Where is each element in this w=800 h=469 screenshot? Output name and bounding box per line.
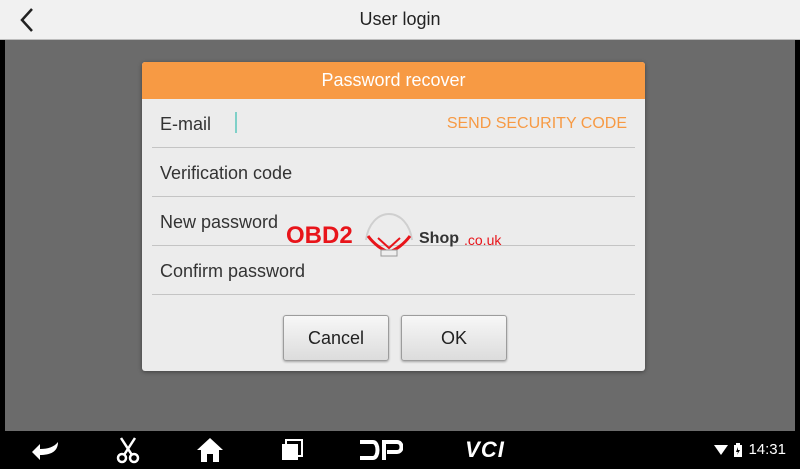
home-icon <box>197 438 223 462</box>
recent-apps-icon <box>282 439 303 460</box>
top-bar: User login <box>0 0 800 40</box>
watermark-logo: OBD2 Shop .co.uk <box>286 208 516 258</box>
watermark-shop: Shop <box>419 230 459 247</box>
new-password-label: New password <box>160 212 279 232</box>
nav-screenshot-button[interactable] <box>108 434 148 466</box>
vci-icon: VCI <box>465 437 505 462</box>
nav-back-button[interactable] <box>26 434 66 466</box>
watermark-brand: OBD2 <box>286 222 353 249</box>
confirm-password-label: Confirm password <box>160 261 306 281</box>
nav-vci-button[interactable]: VCI <box>455 434 515 466</box>
email-row: E-mail SEND SECURITY CODE <box>152 99 635 148</box>
status-area: 14:31 <box>714 441 786 458</box>
nav-home-button[interactable] <box>190 434 230 466</box>
nav-dp-button[interactable] <box>355 434 405 466</box>
dp-icon <box>360 440 403 460</box>
watermark-domain: .co.uk <box>464 232 502 248</box>
cancel-button[interactable]: Cancel <box>283 315 389 361</box>
email-field[interactable] <box>235 112 237 133</box>
email-label: E-mail <box>160 114 212 134</box>
battery-icon <box>734 442 743 457</box>
verification-code-label: Verification code <box>160 163 293 183</box>
scissors-icon <box>116 437 140 464</box>
wifi-icon <box>714 444 729 455</box>
dialog-title: Password recover <box>142 62 645 99</box>
back-arrow-icon <box>32 442 58 460</box>
ok-button[interactable]: OK <box>401 315 507 361</box>
send-security-code-button[interactable]: SEND SECURITY CODE <box>447 115 627 133</box>
car-logo-icon <box>365 212 413 257</box>
verification-code-field[interactable]: Verification code <box>152 148 635 197</box>
nav-recent-apps-button[interactable] <box>272 434 312 466</box>
clock-time: 14:31 <box>748 441 786 458</box>
system-nav-bar: VCI 14:31 <box>0 431 800 469</box>
page-title: User login <box>359 9 441 29</box>
